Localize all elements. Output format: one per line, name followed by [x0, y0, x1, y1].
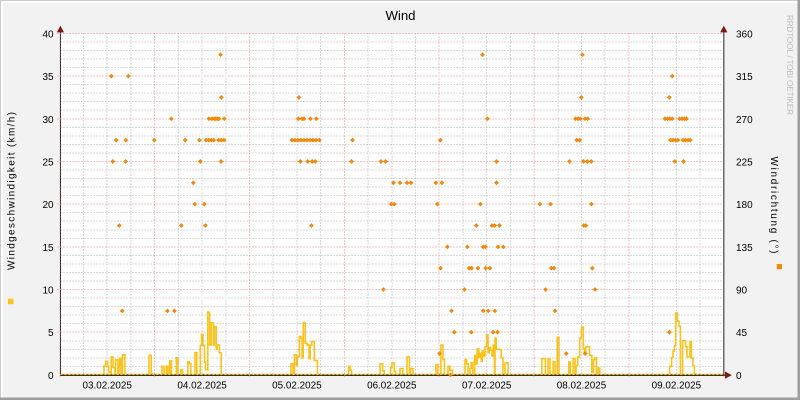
svg-text:45: 45	[736, 328, 748, 339]
svg-text:30: 30	[42, 115, 54, 126]
svg-text:0: 0	[48, 371, 54, 382]
svg-text:20: 20	[42, 200, 54, 211]
svg-text:RRDTOOL / TOBI OETIKER: RRDTOOL / TOBI OETIKER	[785, 15, 794, 115]
svg-text:04.02.2025: 04.02.2025	[177, 380, 227, 391]
svg-text:10: 10	[42, 286, 54, 297]
svg-text:03.02.2025: 03.02.2025	[82, 380, 132, 391]
svg-text:90: 90	[736, 286, 748, 297]
svg-text:25: 25	[42, 158, 54, 169]
svg-text:09.02.2025: 09.02.2025	[652, 380, 702, 391]
svg-text:15: 15	[42, 243, 54, 254]
svg-text:Windrichtung (°): Windrichtung (°)	[768, 157, 779, 254]
svg-text:270: 270	[736, 115, 753, 126]
svg-text:40: 40	[42, 29, 54, 40]
svg-text:05.02.2025: 05.02.2025	[272, 380, 322, 391]
svg-text:5: 5	[48, 328, 54, 339]
svg-text:07.02.2025: 07.02.2025	[462, 380, 512, 391]
svg-text:180: 180	[736, 200, 753, 211]
svg-text:Wind: Wind	[385, 8, 415, 23]
svg-text:225: 225	[736, 158, 753, 169]
svg-text:0: 0	[736, 371, 742, 382]
svg-text:315: 315	[736, 72, 753, 83]
svg-text:06.02.2025: 06.02.2025	[367, 380, 417, 391]
svg-text:35: 35	[42, 72, 54, 83]
svg-text:Windgeschwindigkeit (km/h): Windgeschwindigkeit (km/h)	[7, 112, 18, 270]
svg-text:08.02.2025: 08.02.2025	[557, 380, 607, 391]
svg-text:360: 360	[736, 29, 753, 40]
svg-text:135: 135	[736, 243, 753, 254]
